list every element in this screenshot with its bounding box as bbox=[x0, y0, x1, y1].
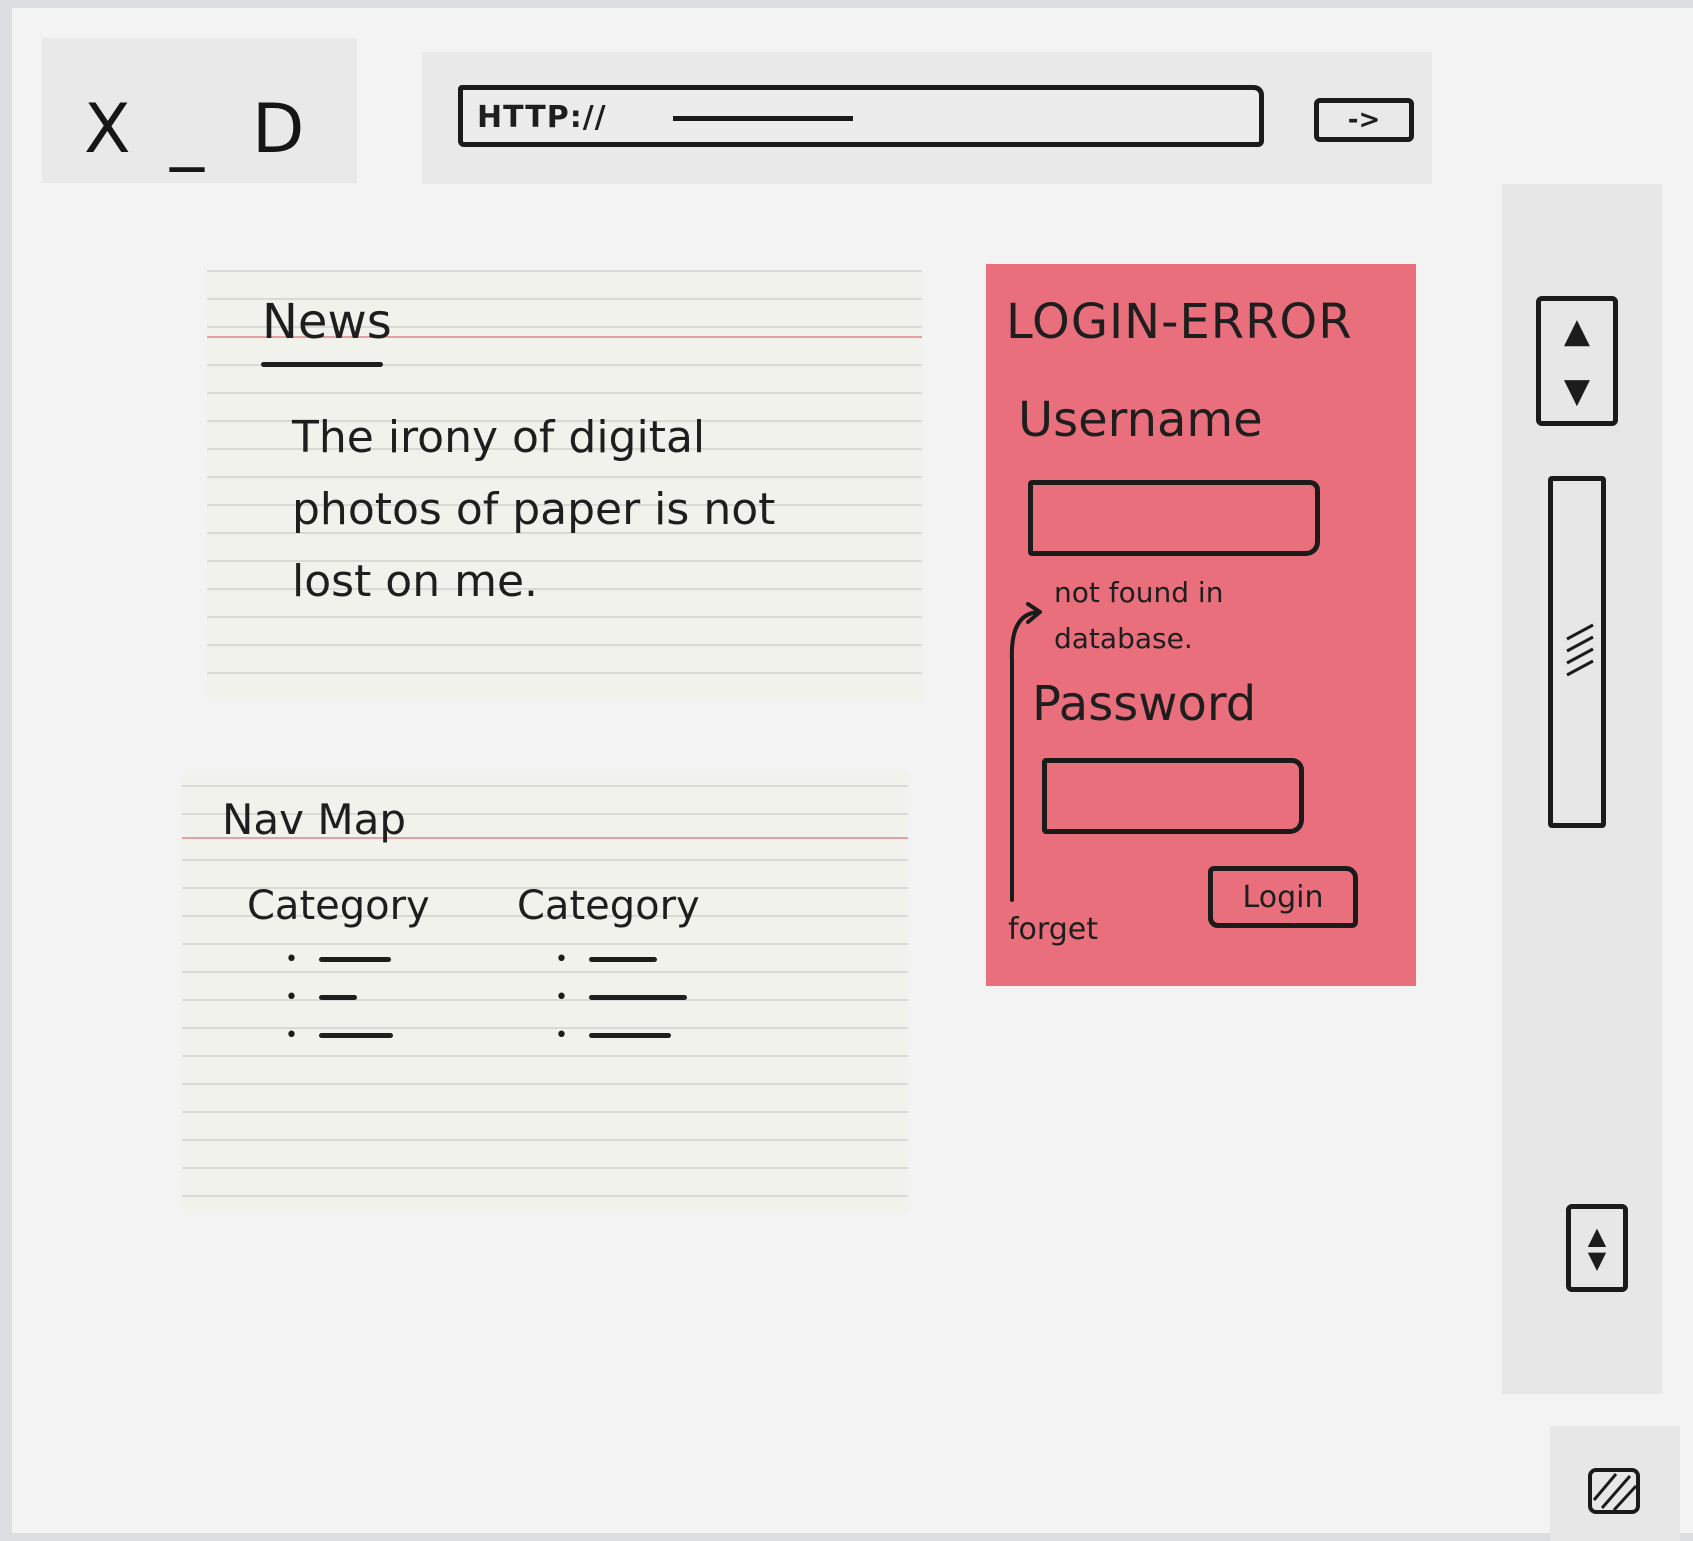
news-card: News The irony of digital photos of pape… bbox=[207, 270, 922, 700]
scroll-arrow-buttons[interactable]: ▲ ▼ bbox=[1536, 296, 1618, 426]
news-title: News bbox=[262, 294, 392, 350]
go-arrow-icon: -> bbox=[1347, 105, 1381, 135]
username-input[interactable] bbox=[1028, 480, 1320, 556]
scroll-track[interactable] bbox=[1548, 476, 1606, 828]
bullet: • bbox=[555, 985, 568, 1010]
password-label: Password bbox=[1032, 676, 1257, 732]
bullet: • bbox=[285, 985, 298, 1010]
scroll-down-icon[interactable]: ▼ bbox=[1588, 1248, 1606, 1272]
category-heading[interactable]: Category bbox=[247, 883, 487, 929]
toolbar: HTTP:// -> bbox=[422, 52, 1432, 184]
browser-sketch: X _ D HTTP:// -> News The irony of digit… bbox=[12, 8, 1693, 1541]
category-link[interactable]: • bbox=[517, 977, 757, 1015]
go-button[interactable]: -> bbox=[1314, 98, 1414, 142]
scroll-down-icon[interactable]: ▼ bbox=[1564, 371, 1590, 411]
forget-arrow-icon bbox=[1009, 602, 1042, 902]
scroll-up-icon[interactable]: ▲ bbox=[1564, 311, 1590, 351]
login-button-label: Login bbox=[1242, 879, 1324, 915]
scroll-up-icon[interactable]: ▲ bbox=[1588, 1224, 1606, 1248]
news-title-underline bbox=[261, 362, 383, 367]
category-link[interactable]: • bbox=[247, 939, 487, 977]
nav-category-column: Category • • • bbox=[247, 883, 487, 1053]
category-link[interactable]: • bbox=[517, 1015, 757, 1053]
scroll-arrow-buttons-small[interactable]: ▲ ▼ bbox=[1566, 1204, 1628, 1292]
forget-password-link[interactable]: forget bbox=[1008, 912, 1098, 947]
category-link[interactable]: • bbox=[247, 977, 487, 1015]
minimize-button[interactable]: _ bbox=[170, 100, 204, 168]
nav-category-column: Category • • • bbox=[517, 883, 757, 1053]
login-error-title: LOGIN-ERROR bbox=[1006, 294, 1353, 350]
window-controls: X _ D bbox=[42, 38, 357, 183]
link-placeholder-line bbox=[319, 1033, 393, 1038]
password-input[interactable] bbox=[1042, 758, 1304, 834]
login-button[interactable]: Login bbox=[1208, 866, 1358, 928]
address-bar[interactable]: HTTP:// bbox=[458, 85, 1264, 147]
error-message: not found in database. bbox=[1054, 576, 1224, 655]
link-placeholder-line bbox=[319, 957, 391, 962]
address-text: HTTP:// bbox=[477, 100, 607, 135]
username-label: Username bbox=[1018, 392, 1263, 448]
link-placeholder-line bbox=[589, 995, 687, 1000]
maximize-button[interactable]: D bbox=[252, 96, 304, 164]
nav-map-card: Nav Map Category • • • Category • • • bbox=[182, 773, 908, 1211]
link-placeholder-line bbox=[589, 1033, 671, 1038]
category-link[interactable]: • bbox=[517, 939, 757, 977]
resize-corner bbox=[1550, 1426, 1680, 1541]
bullet: • bbox=[285, 947, 298, 972]
link-placeholder-line bbox=[319, 995, 357, 1000]
address-scribble bbox=[673, 116, 853, 121]
scrollbar: ▲ ▼ ▲ ▼ bbox=[1502, 184, 1662, 1394]
close-button[interactable]: X bbox=[84, 96, 131, 164]
scroll-thumb-grip-icon[interactable] bbox=[1565, 613, 1595, 683]
resize-grip-icon[interactable] bbox=[1586, 1466, 1642, 1516]
bullet: • bbox=[555, 947, 568, 972]
nav-map-title: Nav Map bbox=[222, 795, 406, 844]
login-panel: LOGIN-ERROR Username not found in databa… bbox=[986, 264, 1416, 986]
bullet: • bbox=[555, 1023, 568, 1048]
category-heading[interactable]: Category bbox=[517, 883, 757, 929]
bullet: • bbox=[285, 1023, 298, 1048]
link-placeholder-line bbox=[589, 957, 657, 962]
category-link[interactable]: • bbox=[247, 1015, 487, 1053]
news-body: The irony of digital photos of paper is … bbox=[292, 412, 776, 607]
